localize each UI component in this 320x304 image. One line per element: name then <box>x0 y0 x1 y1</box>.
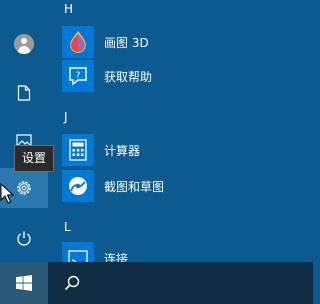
power-button[interactable] <box>0 218 48 258</box>
get-help-icon: ? <box>62 60 94 92</box>
app-item-connect[interactable]: 连接 <box>62 241 302 262</box>
search-button[interactable] <box>48 262 96 304</box>
connect-icon <box>62 242 94 262</box>
app-label: 连接 <box>104 251 129 263</box>
windows-logo-icon <box>16 275 32 291</box>
start-sidebar <box>0 0 48 262</box>
group-header-l[interactable]: L <box>64 220 71 234</box>
app-list: H 画图 3D ? 获取帮助 J 计算器 截图和草图 L 连接 <box>48 0 313 262</box>
calculator-icon <box>62 134 94 166</box>
gear-icon <box>17 181 31 195</box>
user-avatar-icon <box>14 34 34 54</box>
app-item-snip-sketch[interactable]: 截图和草图 <box>62 169 302 203</box>
power-icon <box>17 231 31 246</box>
start-menu: H 画图 3D ? 获取帮助 J 计算器 截图和草图 L 连接 设置 <box>0 0 313 262</box>
user-account-button[interactable] <box>0 24 48 64</box>
app-label: 画图 3D <box>104 35 149 50</box>
app-label: 获取帮助 <box>104 69 153 84</box>
documents-button[interactable] <box>0 73 48 113</box>
group-header-j[interactable]: J <box>64 110 68 124</box>
group-header-h[interactable]: H <box>64 2 73 16</box>
app-item-paint-3d[interactable]: 画图 3D <box>62 25 302 59</box>
app-label: 计算器 <box>104 143 141 158</box>
search-icon <box>64 275 80 291</box>
snip-sketch-icon <box>62 170 94 202</box>
app-label: 截图和草图 <box>104 179 165 194</box>
svg-text:?: ? <box>76 71 81 81</box>
app-item-calculator[interactable]: 计算器 <box>62 133 302 167</box>
start-button[interactable] <box>0 262 48 304</box>
taskbar <box>0 262 313 304</box>
mouse-cursor-icon <box>0 183 14 204</box>
paint-3d-icon <box>62 26 94 58</box>
settings-tooltip: 设置 <box>14 145 55 172</box>
app-item-get-help[interactable]: ? 获取帮助 <box>62 59 302 93</box>
document-icon <box>17 85 31 101</box>
